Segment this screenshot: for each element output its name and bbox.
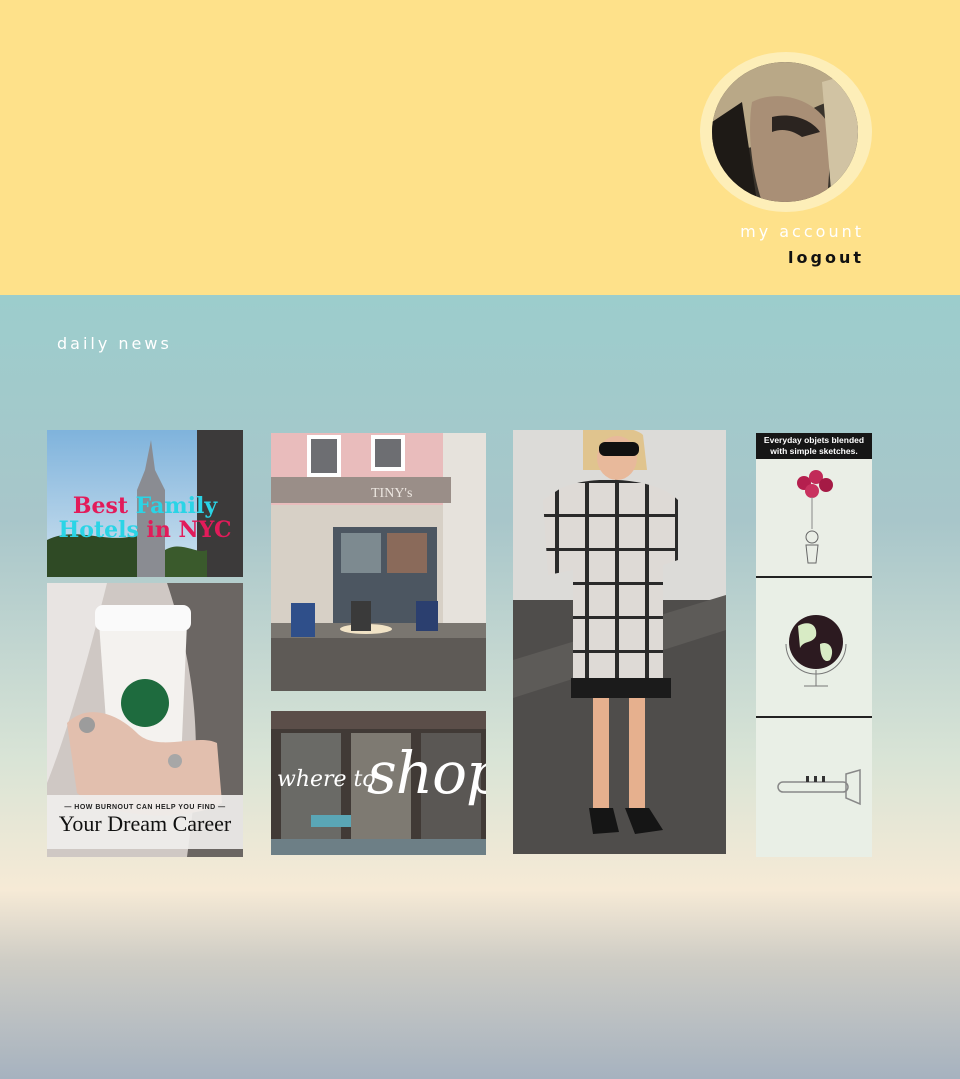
career-kicker: — HOW BURNOUT CAN HELP YOU FIND —: [64, 804, 226, 811]
hotels-word-4: in NYC: [146, 517, 232, 543]
career-headline: Your Dream Career: [58, 811, 232, 836]
my-account-link[interactable]: my account: [740, 222, 864, 241]
balloon-sketch-image: [756, 459, 872, 575]
news-tile-shop[interactable]: where to shop: [271, 711, 486, 855]
shop-big-text: shop: [367, 739, 486, 807]
sketch-balloons: [756, 459, 872, 575]
hotels-word-1: Best: [72, 493, 128, 519]
cafe-storefront-image: TINY's: [271, 433, 486, 691]
career-caption: — HOW BURNOUT CAN HELP YOU FIND — Your D…: [47, 795, 243, 849]
globe-sketch-image: [756, 578, 872, 717]
cafe-sign: TINY's: [371, 486, 412, 501]
avatar-photo: [712, 62, 858, 202]
news-tile-career[interactable]: — HOW BURNOUT CAN HELP YOU FIND — Your D…: [47, 583, 243, 857]
section-title: daily news: [57, 334, 172, 353]
sketch-trumpet: [756, 716, 872, 857]
sketch-banner: Everyday objets blended with simple sket…: [756, 433, 872, 459]
shop-small-text: where to: [277, 767, 376, 792]
hotels-headline: Best Family Hotels in NYC: [47, 494, 243, 542]
news-tile-hotels[interactable]: Best Family Hotels in NYC: [47, 430, 243, 577]
fashion-photo: [513, 430, 726, 854]
sketch-globe: [756, 576, 872, 717]
news-tile-cafe[interactable]: TINY's: [271, 433, 486, 691]
trumpet-sketch-image: [756, 718, 872, 857]
hotels-word-2: Family: [135, 493, 218, 519]
news-tile-sketches[interactable]: Everyday objets blended with simple sket…: [756, 433, 872, 857]
news-tile-fashion[interactable]: [513, 430, 726, 854]
avatar[interactable]: [712, 62, 858, 202]
logout-link[interactable]: logout: [788, 248, 864, 267]
hotels-word-3: Hotels: [58, 517, 139, 543]
